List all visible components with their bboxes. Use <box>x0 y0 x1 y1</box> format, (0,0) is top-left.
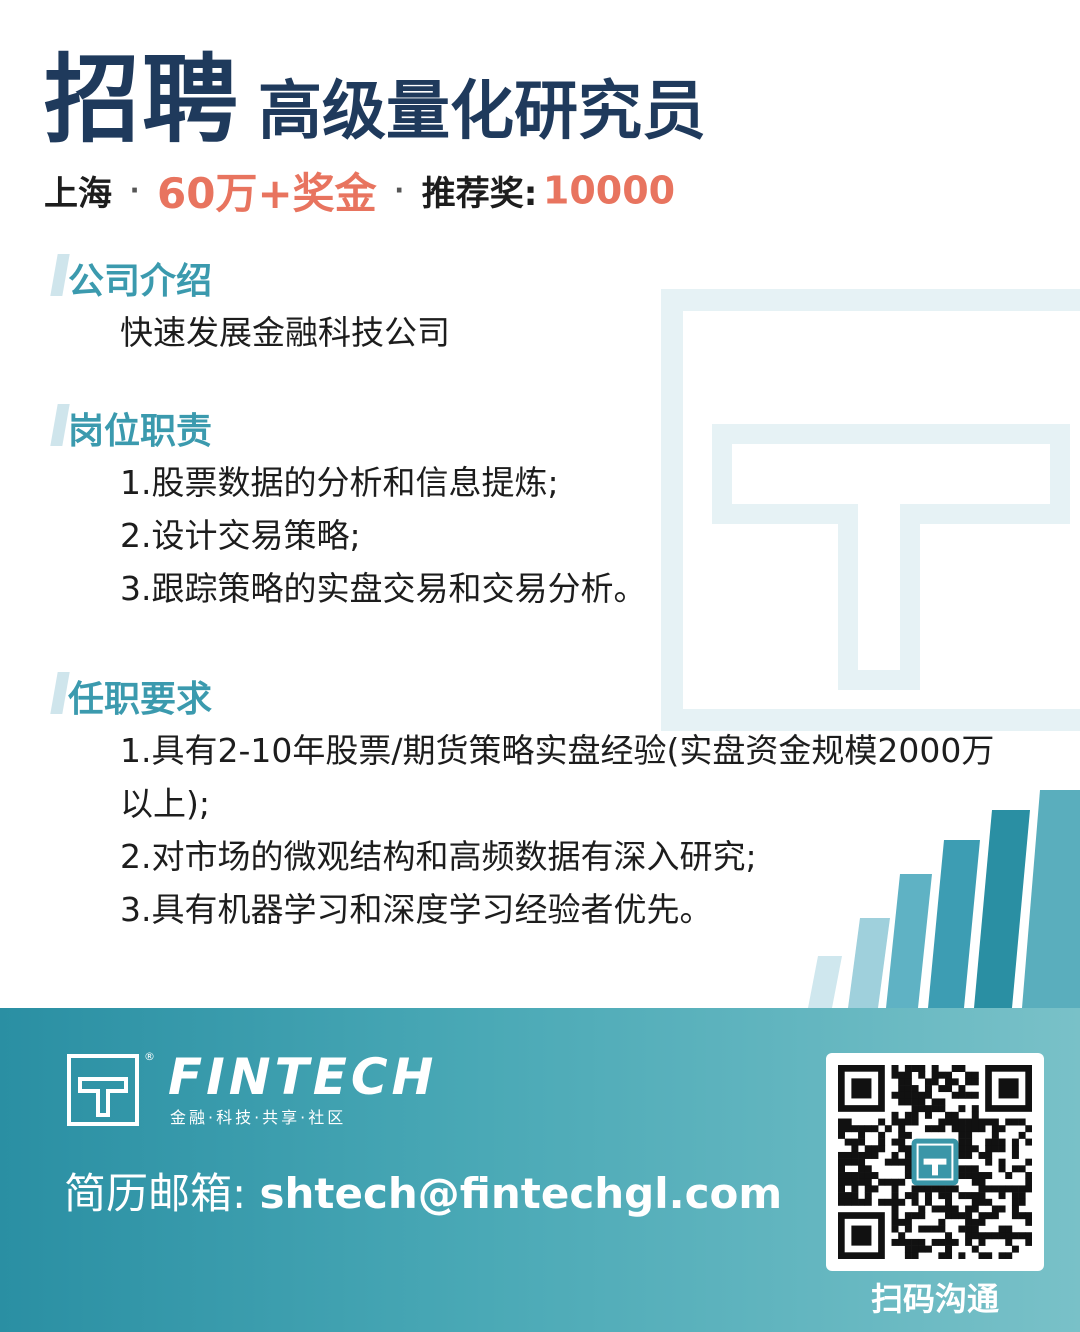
registered-mark: ® <box>144 1050 155 1063</box>
resume-email: 简历邮箱: shtech@fintechgl.com <box>64 1160 782 1221</box>
separator-1: · <box>129 175 140 206</box>
list-item: 2.对市场的微观结构和高频数据有深入研究; <box>120 837 757 876</box>
separator-2: · <box>394 175 405 206</box>
section-duties: 岗位职责 1.股票数据的分析和信息提炼; 2.设计交易策略; 3.跟踪策略的实盘… <box>0 400 647 615</box>
title-recruit: 招聘 <box>44 44 240 156</box>
section-bar <box>50 254 70 296</box>
section-bar <box>50 404 70 446</box>
section-title: 任职要求 <box>68 679 213 720</box>
list-item: 3.具有机器学习和深度学习经验者优先。 <box>120 890 713 929</box>
list-item: 1.具有2-10年股票/期货策略实盘经验(实盘资金规模2000万以上); <box>120 731 995 823</box>
qr-code[interactable] <box>826 1053 1044 1271</box>
referral-value: 10000 <box>542 168 676 213</box>
qr-code-icon <box>838 1065 1032 1259</box>
referral-label: 推荐奖: <box>421 174 538 214</box>
section-bar <box>50 672 70 714</box>
list-item: 2.设计交易策略; <box>120 516 361 555</box>
fintech-logo-icon <box>67 1054 139 1126</box>
email-link[interactable]: shtech@fintechgl.com <box>260 1169 783 1218</box>
footer: ® FINTECH 金融·科技·共享·社区 简历邮箱: shtech@finte… <box>0 1008 1080 1332</box>
list-item: 3.跟踪策略的实盘交易和交易分析。 <box>120 569 647 608</box>
section-title: 岗位职责 <box>68 411 213 452</box>
job-title: 招聘 高级量化研究员 <box>44 22 706 161</box>
list-item: 快速发展金融科技公司 <box>120 313 450 352</box>
salary: 60万+奖金 <box>157 169 377 218</box>
section-requirements: 任职要求 1.具有2-10年股票/期货策略实盘经验(实盘资金规模2000万以上)… <box>0 668 1000 936</box>
section-title: 公司介绍 <box>68 261 213 302</box>
title-position: 高级量化研究员 <box>258 75 706 149</box>
qr-caption: 扫码沟通 <box>870 1280 999 1318</box>
job-meta: 上海 · 60万+奖金 · 推荐奖: 10000 <box>44 160 675 221</box>
email-label: 简历邮箱: <box>64 1169 247 1218</box>
brand-name: FINTECH <box>168 1048 438 1106</box>
city: 上海 <box>44 174 112 214</box>
brand-tagline: 金融·科技·共享·社区 <box>170 1108 347 1127</box>
list-item: 1.股票数据的分析和信息提炼; <box>120 463 559 502</box>
section-company: 公司介绍 快速发展金融科技公司 <box>0 250 450 359</box>
